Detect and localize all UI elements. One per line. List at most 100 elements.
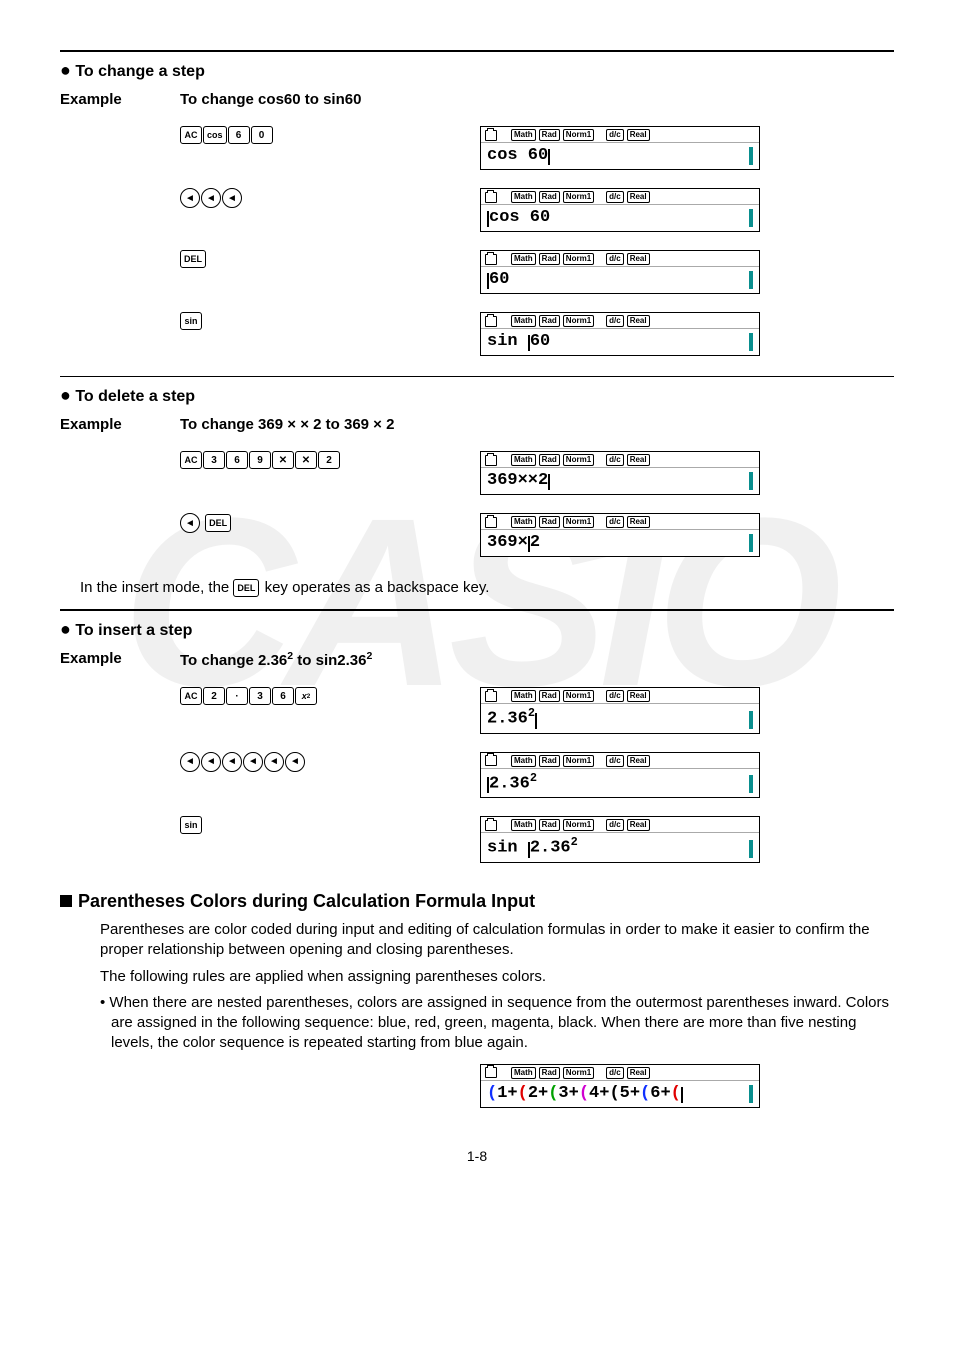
folder-icon bbox=[485, 820, 497, 831]
status-rad: Rad bbox=[539, 755, 560, 767]
status-real: Real bbox=[627, 755, 650, 767]
screen-body: (1+(2+(3+(4+(5+(6+( bbox=[481, 1081, 759, 1107]
status-norm1: Norm1 bbox=[563, 191, 594, 203]
example-label: Example bbox=[60, 91, 180, 108]
calc-key: 0 bbox=[251, 126, 273, 144]
status-norm1: Norm1 bbox=[563, 454, 594, 466]
folder-icon bbox=[485, 130, 497, 141]
folder-icon bbox=[485, 254, 497, 265]
status-real: Real bbox=[627, 253, 650, 265]
calc-key: ◄ bbox=[222, 752, 242, 772]
calc-key: 6 bbox=[226, 451, 248, 469]
calc-key: 2 bbox=[203, 687, 225, 705]
screen-body: cos 60 bbox=[481, 143, 759, 169]
status-rad: Rad bbox=[539, 191, 560, 203]
divider bbox=[60, 376, 894, 377]
example-label: Example bbox=[60, 416, 180, 433]
calculator-screen: Math Rad Norm1 d/c Real 369×2 bbox=[480, 513, 760, 557]
key-sequence: AC2·36x2 bbox=[180, 683, 480, 705]
divider bbox=[60, 50, 894, 52]
calc-key: 3 bbox=[249, 687, 271, 705]
status-real: Real bbox=[627, 454, 650, 466]
status-norm1: Norm1 bbox=[563, 516, 594, 528]
status-dc: d/c bbox=[606, 191, 624, 203]
calc-key: ◄ bbox=[285, 752, 305, 772]
status-norm1: Norm1 bbox=[563, 129, 594, 141]
status-rad: Rad bbox=[539, 819, 560, 831]
calc-key: DEL bbox=[205, 514, 231, 532]
calc-key: x2 bbox=[295, 687, 317, 705]
status-rad: Rad bbox=[539, 129, 560, 141]
status-dc: d/c bbox=[606, 315, 624, 327]
screen-body: sin 60 bbox=[481, 329, 759, 355]
calc-key: 3 bbox=[203, 451, 225, 469]
status-real: Real bbox=[627, 819, 650, 831]
key-sequence: ACcos60 bbox=[180, 122, 480, 144]
calc-key: 6 bbox=[228, 126, 250, 144]
status-norm1: Norm1 bbox=[563, 690, 594, 702]
calc-key: ◄ bbox=[180, 188, 200, 208]
status-math: Math bbox=[511, 819, 536, 831]
key-sequence: sin bbox=[180, 812, 480, 834]
paragraph: Parentheses are color coded during input… bbox=[100, 920, 894, 961]
screen-body: 60 bbox=[481, 267, 759, 293]
status-real: Real bbox=[627, 690, 650, 702]
calc-key: AC bbox=[180, 126, 202, 144]
folder-icon bbox=[485, 455, 497, 466]
status-norm1: Norm1 bbox=[563, 1067, 594, 1079]
key-sequence: AC369✕✕2 bbox=[180, 447, 480, 469]
heading-insert-step: ● To insert a step bbox=[60, 619, 894, 640]
calc-key: 2 bbox=[318, 451, 340, 469]
calc-key: AC bbox=[180, 687, 202, 705]
folder-icon bbox=[485, 192, 497, 203]
status-real: Real bbox=[627, 516, 650, 528]
calculator-screen: Math Rad Norm1 d/c Real 2.362 bbox=[480, 752, 760, 799]
calc-key: ◄ bbox=[180, 752, 200, 772]
status-rad: Rad bbox=[539, 253, 560, 265]
status-rad: Rad bbox=[539, 454, 560, 466]
status-norm1: Norm1 bbox=[563, 755, 594, 767]
status-dc: d/c bbox=[606, 253, 624, 265]
calc-key: sin bbox=[180, 312, 202, 330]
calc-key: 6 bbox=[272, 687, 294, 705]
screen-body: 2.362 bbox=[481, 769, 759, 798]
example-desc: To change cos60 to sin60 bbox=[180, 91, 361, 108]
key-sequence: ◄◄◄◄◄◄ bbox=[180, 748, 480, 772]
key-sequence: ◄◄◄ bbox=[180, 184, 480, 208]
calc-key: AC bbox=[180, 451, 202, 469]
status-real: Real bbox=[627, 1067, 650, 1079]
status-dc: d/c bbox=[606, 755, 624, 767]
status-rad: Rad bbox=[539, 690, 560, 702]
status-dc: d/c bbox=[606, 129, 624, 141]
status-real: Real bbox=[627, 315, 650, 327]
screen-body: 369××2 bbox=[481, 468, 759, 494]
status-math: Math bbox=[511, 129, 536, 141]
heading-delete-step: ● To delete a step bbox=[60, 385, 894, 406]
folder-icon bbox=[485, 517, 497, 528]
status-dc: d/c bbox=[606, 454, 624, 466]
status-norm1: Norm1 bbox=[563, 819, 594, 831]
status-math: Math bbox=[511, 516, 536, 528]
status-real: Real bbox=[627, 129, 650, 141]
status-rad: Rad bbox=[539, 516, 560, 528]
calc-key: ◄ bbox=[201, 188, 221, 208]
screen-body: cos 60 bbox=[481, 205, 759, 231]
screen-body: 369×2 bbox=[481, 530, 759, 556]
calc-key: cos bbox=[203, 126, 227, 144]
status-math: Math bbox=[511, 1067, 536, 1079]
calc-key: ✕ bbox=[272, 451, 294, 469]
calc-key: ◄ bbox=[243, 752, 263, 772]
status-math: Math bbox=[511, 315, 536, 327]
status-math: Math bbox=[511, 253, 536, 265]
calc-key: 9 bbox=[249, 451, 271, 469]
status-math: Math bbox=[511, 690, 536, 702]
calc-key: · bbox=[226, 687, 248, 705]
bullet-paragraph: • When there are nested parentheses, col… bbox=[60, 993, 894, 1054]
status-real: Real bbox=[627, 191, 650, 203]
key-sequence: DEL bbox=[180, 246, 480, 268]
folder-icon bbox=[485, 755, 497, 766]
calculator-screen: Math Rad Norm1 d/c Real 369××2 bbox=[480, 451, 760, 495]
status-math: Math bbox=[511, 454, 536, 466]
calc-key: ◄ bbox=[180, 513, 200, 533]
divider bbox=[60, 609, 894, 611]
